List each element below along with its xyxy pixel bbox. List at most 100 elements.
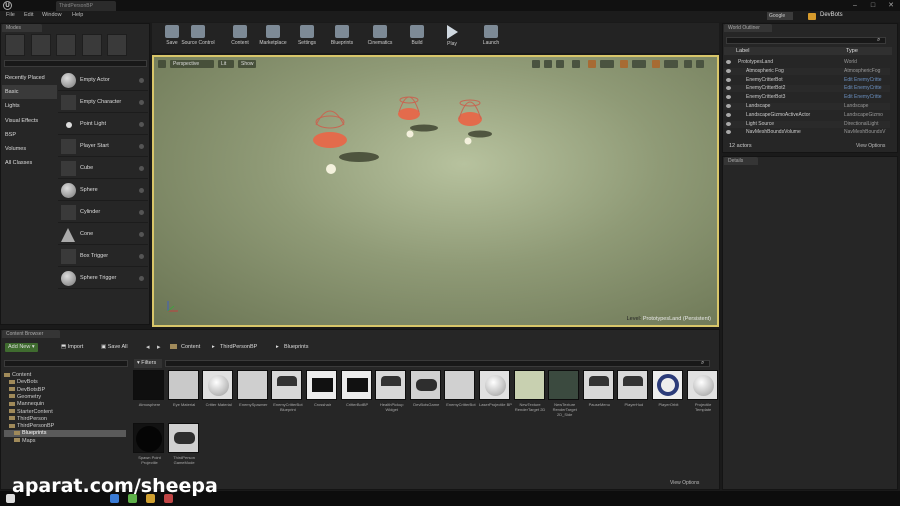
toolbar-cinematics-button[interactable]: Cinematics — [363, 24, 397, 50]
outliner-row[interactable]: Landscape Landscape — [724, 103, 890, 110]
outliner-row[interactable]: Atmospheric Fog AtmosphericFog — [724, 67, 890, 75]
asset-tile[interactable]: Critter Material — [202, 370, 235, 422]
asset-tile[interactable]: PlayerHud — [617, 370, 650, 422]
outliner-row-type-link[interactable]: Edit EnemyCritte — [844, 94, 882, 101]
folder-search-input[interactable] — [4, 360, 128, 367]
visibility-icon[interactable] — [726, 112, 731, 117]
minimize-icon[interactable]: – — [846, 0, 864, 11]
modes-tab[interactable]: Modes — [2, 24, 42, 32]
maximize-icon[interactable]: □ — [864, 0, 882, 11]
category-item[interactable]: Visual Effects — [2, 114, 57, 128]
place-item[interactable]: Empty Character — [58, 92, 148, 113]
outliner-search-input[interactable] — [726, 37, 886, 44]
toolbar-marketplace-button[interactable]: Marketplace — [256, 24, 290, 50]
info-icon[interactable] — [139, 78, 144, 83]
outliner-row[interactable]: LandscapeGizmoActiveActor LandscapeGizmo — [724, 112, 890, 119]
world-outliner-tab[interactable]: World Outliner — [724, 24, 772, 32]
menu-edit[interactable]: Edit — [24, 12, 33, 18]
project-tab[interactable]: ThirdPersonBP — [56, 1, 116, 11]
toolbar-content-button[interactable]: Content — [223, 24, 257, 50]
folder-tree-item[interactable]: Content — [4, 372, 126, 379]
info-icon[interactable] — [139, 188, 144, 193]
folder-tree-item[interactable]: ThirdPerson — [4, 416, 126, 423]
category-item[interactable]: Recently Placed — [2, 71, 57, 85]
asset-tile[interactable]: ThirdPerson GameMode — [167, 423, 201, 475]
asset-tile[interactable]: CritterBotBP — [340, 370, 374, 422]
toolbar-source-control-button[interactable]: Source Control — [181, 24, 215, 50]
menu-window[interactable]: Window — [42, 12, 62, 18]
asset-tile[interactable]: EnemyCritterBot Blueprint — [271, 370, 304, 422]
info-icon[interactable] — [139, 210, 144, 215]
asset-tile[interactable]: EnemySpawner — [236, 370, 270, 422]
outliner-row[interactable]: EnemyCritterBot3 Edit EnemyCritte — [724, 94, 890, 101]
folder-tree-item[interactable]: Geometry — [4, 394, 126, 401]
geometry-mode-icon[interactable] — [107, 34, 127, 56]
toolbar-blueprints-button[interactable]: Blueprints — [325, 24, 359, 50]
visibility-icon[interactable] — [726, 95, 731, 100]
asset-tile[interactable]: NewTexture RenderTarget 2D — [513, 370, 547, 422]
place-item[interactable]: Empty Actor — [58, 70, 148, 91]
info-icon[interactable] — [139, 276, 144, 281]
toolbar-settings-button[interactable]: Settings — [290, 24, 324, 50]
place-item[interactable]: Sphere Trigger — [58, 268, 148, 289]
forward-icon[interactable]: ▸ — [157, 343, 161, 351]
place-item[interactable]: Box Trigger — [58, 246, 148, 267]
toolbar-launch-button[interactable]: Launch — [474, 24, 508, 50]
asset-tile[interactable]: EnemyCritterBot — [444, 370, 477, 422]
place-search-input[interactable] — [4, 60, 147, 67]
outliner-row[interactable]: Light Source DirectionalLight — [724, 120, 890, 128]
info-icon[interactable] — [139, 166, 144, 171]
toolbar-build-button[interactable]: Build — [400, 24, 434, 50]
paint-mode-icon[interactable] — [31, 34, 51, 56]
search-google-input[interactable]: Google — [767, 12, 793, 20]
foliage-mode-icon[interactable] — [82, 34, 102, 56]
folder-tree-item[interactable]: Blueprints — [4, 430, 126, 438]
info-icon[interactable] — [139, 232, 144, 237]
back-icon[interactable]: ◂ — [146, 343, 150, 351]
breadcrumb-blueprints[interactable]: Blueprints — [284, 344, 308, 350]
visibility-icon[interactable] — [726, 68, 731, 73]
landscape-mode-icon[interactable] — [56, 34, 76, 56]
visibility-icon[interactable] — [726, 121, 731, 126]
place-item[interactable]: Point Light — [58, 114, 148, 135]
info-icon[interactable] — [139, 254, 144, 259]
category-item[interactable]: Basic — [2, 85, 57, 100]
place-item[interactable]: Player Start — [58, 136, 148, 157]
outliner-row-type-link[interactable]: Edit EnemyCritte — [844, 77, 882, 84]
folder-tree-item[interactable]: Maps — [4, 438, 126, 445]
visibility-icon[interactable] — [726, 86, 731, 91]
toolbar-play-button[interactable]: Play — [435, 24, 469, 50]
visibility-icon[interactable] — [726, 104, 731, 108]
outliner-row-type-link[interactable]: Edit EnemyCritte — [844, 85, 882, 92]
level-viewport[interactable]: Perspective Lit Show Level: PrototypesLa… — [152, 55, 719, 327]
menu-help[interactable]: Help — [72, 12, 83, 18]
menu-file[interactable]: File — [6, 12, 15, 18]
place-mode-icon[interactable] — [5, 34, 25, 56]
asset-tile[interactable]: HealthPickup Widget — [375, 370, 408, 422]
visibility-icon[interactable] — [726, 130, 731, 135]
asset-tile[interactable]: Eye Material — [167, 370, 201, 422]
place-item[interactable]: Sphere — [58, 180, 148, 201]
folder-tree-item[interactable]: DevBotsBP — [4, 387, 126, 394]
breadcrumb-thirdpersonbp[interactable]: ThirdPersonBP — [220, 344, 257, 350]
filters-button[interactable]: ▾ Filters — [134, 359, 162, 368]
outliner-col-label[interactable]: Label — [736, 48, 749, 54]
add-new-button[interactable]: Add New ▾ — [5, 343, 38, 352]
content-browser-tab[interactable]: Content Browser — [2, 330, 60, 338]
category-item[interactable]: Lights — [2, 99, 57, 113]
outliner-row[interactable]: EnemyCritterBot2 Edit EnemyCritte — [724, 85, 890, 93]
outliner-row[interactable]: EnemyCritterBot Edit EnemyCritte — [724, 77, 890, 84]
info-icon[interactable] — [139, 100, 144, 105]
asset-tile[interactable]: PauseMenu — [582, 370, 616, 422]
save-all-button[interactable]: ▣ Save All — [98, 343, 131, 352]
place-item[interactable]: Cube — [58, 158, 148, 179]
asset-tile[interactable]: PlayerOrbit — [652, 370, 685, 422]
place-item[interactable]: Cone — [58, 224, 148, 245]
info-icon[interactable] — [139, 144, 144, 149]
asset-tile[interactable]: Projectile Template — [686, 370, 720, 422]
asset-tile[interactable]: Atmosphere — [133, 370, 166, 422]
import-button[interactable]: ⬒ Import — [58, 343, 86, 352]
folder-tree-item[interactable]: ThirdPersonBP — [4, 423, 126, 430]
details-tab[interactable]: Details — [724, 157, 758, 165]
visibility-icon[interactable] — [726, 60, 731, 64]
